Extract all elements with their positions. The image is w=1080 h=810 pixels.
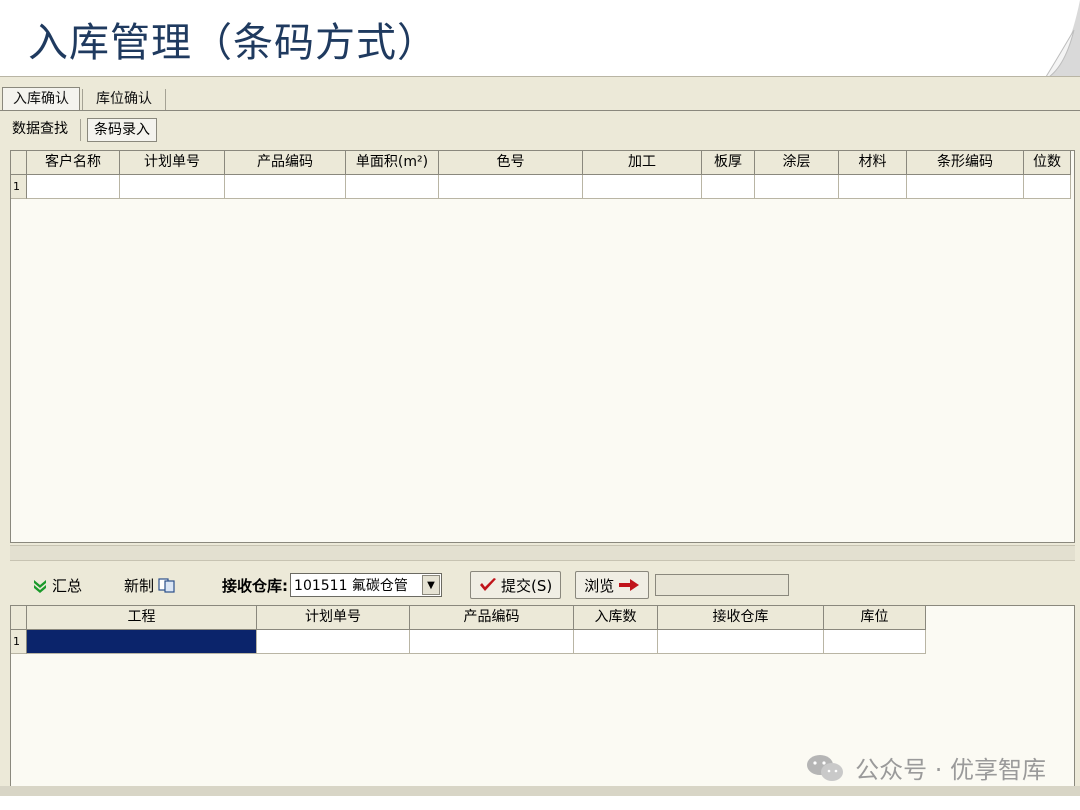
col-header-inbound-qty[interactable]: 入库数 [574, 606, 658, 630]
warehouse-select[interactable]: 101511 氟碳仓管 ▼ [290, 573, 443, 597]
grid-cell[interactable] [27, 175, 120, 199]
col-header-color-no[interactable]: 色号 [439, 151, 583, 175]
col-header-plan-no[interactable]: 计划单号 [120, 151, 225, 175]
col-header-material[interactable]: 材料 [839, 151, 907, 175]
grid-corner [11, 606, 27, 630]
grid-cell[interactable] [120, 175, 225, 199]
grid-cell[interactable] [755, 175, 839, 199]
tab-data-search[interactable]: 数据查找 [6, 118, 74, 142]
col-header-plan-no[interactable]: 计划单号 [257, 606, 410, 630]
col-header-processing[interactable]: 加工 [583, 151, 702, 175]
primary-tab-bar: 入库确认 库位确认 [2, 85, 168, 111]
col-header-barcode[interactable]: 条形编码 [907, 151, 1024, 175]
new-label: 新制 [124, 576, 155, 595]
summary-button[interactable]: 汇总 [24, 571, 90, 599]
app-window: 入库确认 库位确认 数据查找 条码录入 客户名称 计划单号 产品编码 单面积(m… [0, 76, 1080, 796]
grid-cell[interactable] [574, 630, 658, 654]
col-header-product-code[interactable]: 产品编码 [225, 151, 346, 175]
warehouse-value: 101511 氟碳仓管 [294, 578, 408, 594]
browse-label: 浏览 [584, 576, 615, 595]
grid-cell[interactable] [439, 175, 583, 199]
grid-header-row: 工程 计划单号 产品编码 入库数 接收仓库 库位 [11, 606, 1074, 630]
col-header-project[interactable]: 工程 [27, 606, 257, 630]
grid-cell[interactable] [225, 175, 346, 199]
toolbar: 汇总 新制 接收仓库: 101511 氟碳仓管 ▼ 提交(S) 浏览 [10, 567, 1075, 603]
warehouse-label: 接收仓库: [222, 576, 289, 595]
grid-header-row: 客户名称 计划单号 产品编码 单面积(m²) 色号 加工 板厚 涂层 材料 条形… [11, 151, 1074, 175]
browse-button[interactable]: 浏览 [575, 571, 650, 599]
chevron-down-icon[interactable]: ▼ [422, 575, 441, 595]
col-header-coating[interactable]: 涂层 [755, 151, 839, 175]
tab-inbound-confirm[interactable]: 入库确认 [2, 87, 80, 111]
slide-title: 入库管理（条码方式） [28, 20, 438, 66]
submit-label: 提交(S) [501, 576, 553, 595]
grid-corner [11, 151, 27, 175]
progress-field [655, 574, 790, 596]
row-number: 1 [11, 630, 27, 654]
grid-cell[interactable] [824, 630, 926, 654]
row-number: 1 [11, 175, 27, 199]
grid-cell[interactable] [583, 175, 702, 199]
horizontal-scrollbar[interactable] [10, 545, 1075, 561]
col-header-location[interactable]: 库位 [824, 606, 926, 630]
col-header-customer[interactable]: 客户名称 [27, 151, 120, 175]
grid-cell[interactable] [346, 175, 439, 199]
page-curl-decoration [1043, 0, 1080, 80]
tab-bar-divider [0, 110, 1080, 111]
col-header-receive-warehouse[interactable]: 接收仓库 [658, 606, 824, 630]
grid-cell[interactable] [839, 175, 907, 199]
grid-cell[interactable] [257, 630, 410, 654]
table-row[interactable]: 1 [11, 630, 1074, 654]
grid-cell[interactable] [410, 630, 574, 654]
tab-location-confirm[interactable]: 库位确认 [85, 87, 163, 111]
tab-barcode-entry[interactable]: 条码录入 [87, 118, 157, 142]
table-row[interactable]: 1 [11, 175, 1074, 199]
watermark-text: 公众号 · 优享智库 [855, 756, 1046, 784]
col-header-thickness[interactable]: 板厚 [702, 151, 755, 175]
watermark: 公众号 · 优享智库 [805, 750, 1046, 785]
tab-separator [80, 119, 81, 141]
grid-cell-selected[interactable] [27, 630, 257, 654]
col-header-unit-area[interactable]: 单面积(m²) [346, 151, 439, 175]
check-icon [480, 578, 497, 591]
copy-icon [158, 578, 175, 593]
wechat-icon [807, 754, 844, 781]
submit-button[interactable]: 提交(S) [470, 571, 562, 599]
grid-cell[interactable] [702, 175, 755, 199]
grid-cell[interactable] [658, 630, 824, 654]
barcode-entry-grid[interactable]: 客户名称 计划单号 产品编码 单面积(m²) 色号 加工 板厚 涂层 材料 条形… [10, 150, 1075, 543]
status-bar [0, 786, 1080, 796]
new-button[interactable]: 新制 [116, 571, 184, 599]
col-header-digits[interactable]: 位数 [1024, 151, 1071, 175]
grid-cell[interactable] [1024, 175, 1071, 199]
arrow-right-icon [619, 579, 640, 591]
tab-separator [165, 89, 166, 111]
grid-cell[interactable] [907, 175, 1024, 199]
tab-separator [82, 89, 83, 111]
secondary-tab-bar: 数据查找 条码录入 [6, 117, 157, 143]
summary-icon [34, 580, 46, 593]
col-header-product-code[interactable]: 产品编码 [410, 606, 574, 630]
summary-label: 汇总 [52, 576, 83, 595]
